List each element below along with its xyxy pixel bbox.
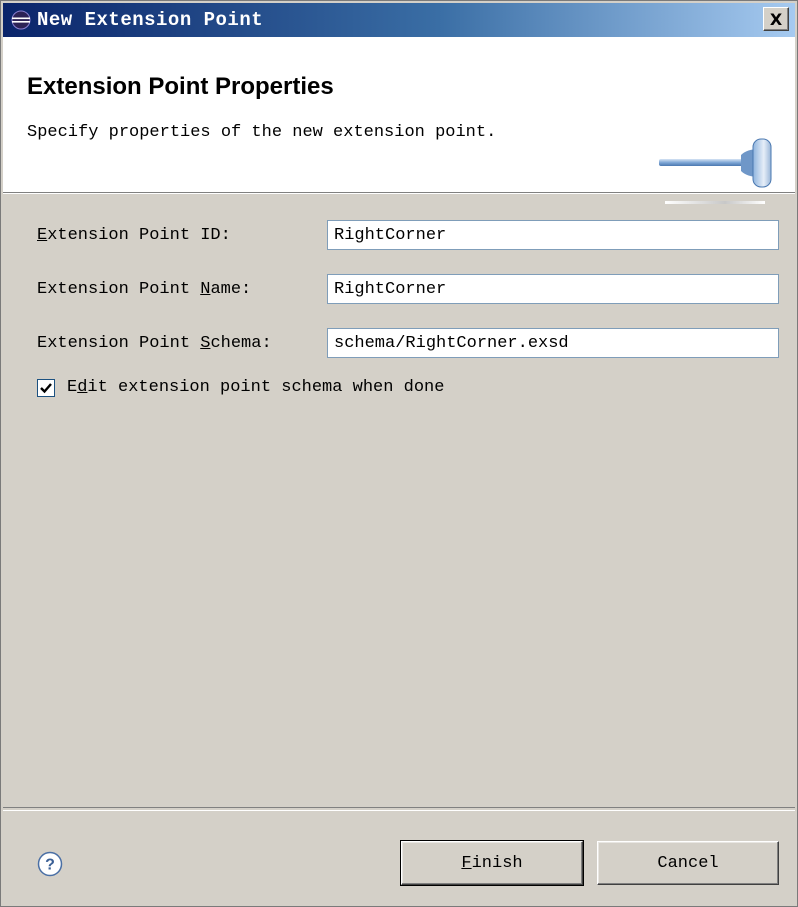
finish-button[interactable]: Finish [400, 840, 584, 886]
extension-point-name-input[interactable] [327, 274, 779, 304]
eclipse-icon [11, 10, 31, 30]
extension-point-id-row: Extension Point ID: [37, 219, 779, 251]
page-description: Specify properties of the new extension … [27, 123, 497, 142]
wizard-banner: Extension Point Properties Specify prope… [3, 37, 795, 204]
plug-icon [659, 138, 772, 204]
extension-point-name-label: Extension Point Name: [37, 279, 252, 299]
extension-point-id-label: Extension Point ID: [37, 225, 231, 245]
edit-schema-checkbox[interactable] [37, 378, 55, 397]
extension-point-name-row: Extension Point Name: [37, 273, 779, 305]
page-title: Extension Point Properties [27, 73, 334, 100]
extension-point-schema-input[interactable] [327, 328, 779, 358]
svg-text:?: ? [45, 857, 55, 874]
footer-separator [3, 807, 795, 811]
close-button[interactable]: X [763, 7, 789, 31]
close-icon: X [769, 9, 783, 29]
cancel-button[interactable]: Cancel [597, 841, 779, 885]
extension-point-schema-row: Extension Point Schema: [37, 327, 779, 359]
banner-separator [3, 193, 795, 194]
edit-schema-label: Edit extension point schema when done [67, 378, 445, 397]
extension-point-id-input[interactable] [327, 220, 779, 250]
extension-point-schema-label: Extension Point Schema: [37, 333, 272, 353]
help-icon[interactable]: ? [37, 851, 63, 877]
title-bar[interactable]: New Extension Point X [3, 3, 795, 37]
dialog-window: New Extension Point X Extension Point Pr… [0, 0, 798, 907]
edit-schema-option[interactable]: Edit extension point schema when done [37, 378, 444, 397]
window-title: New Extension Point [37, 9, 264, 31]
checkmark-icon [40, 382, 52, 393]
